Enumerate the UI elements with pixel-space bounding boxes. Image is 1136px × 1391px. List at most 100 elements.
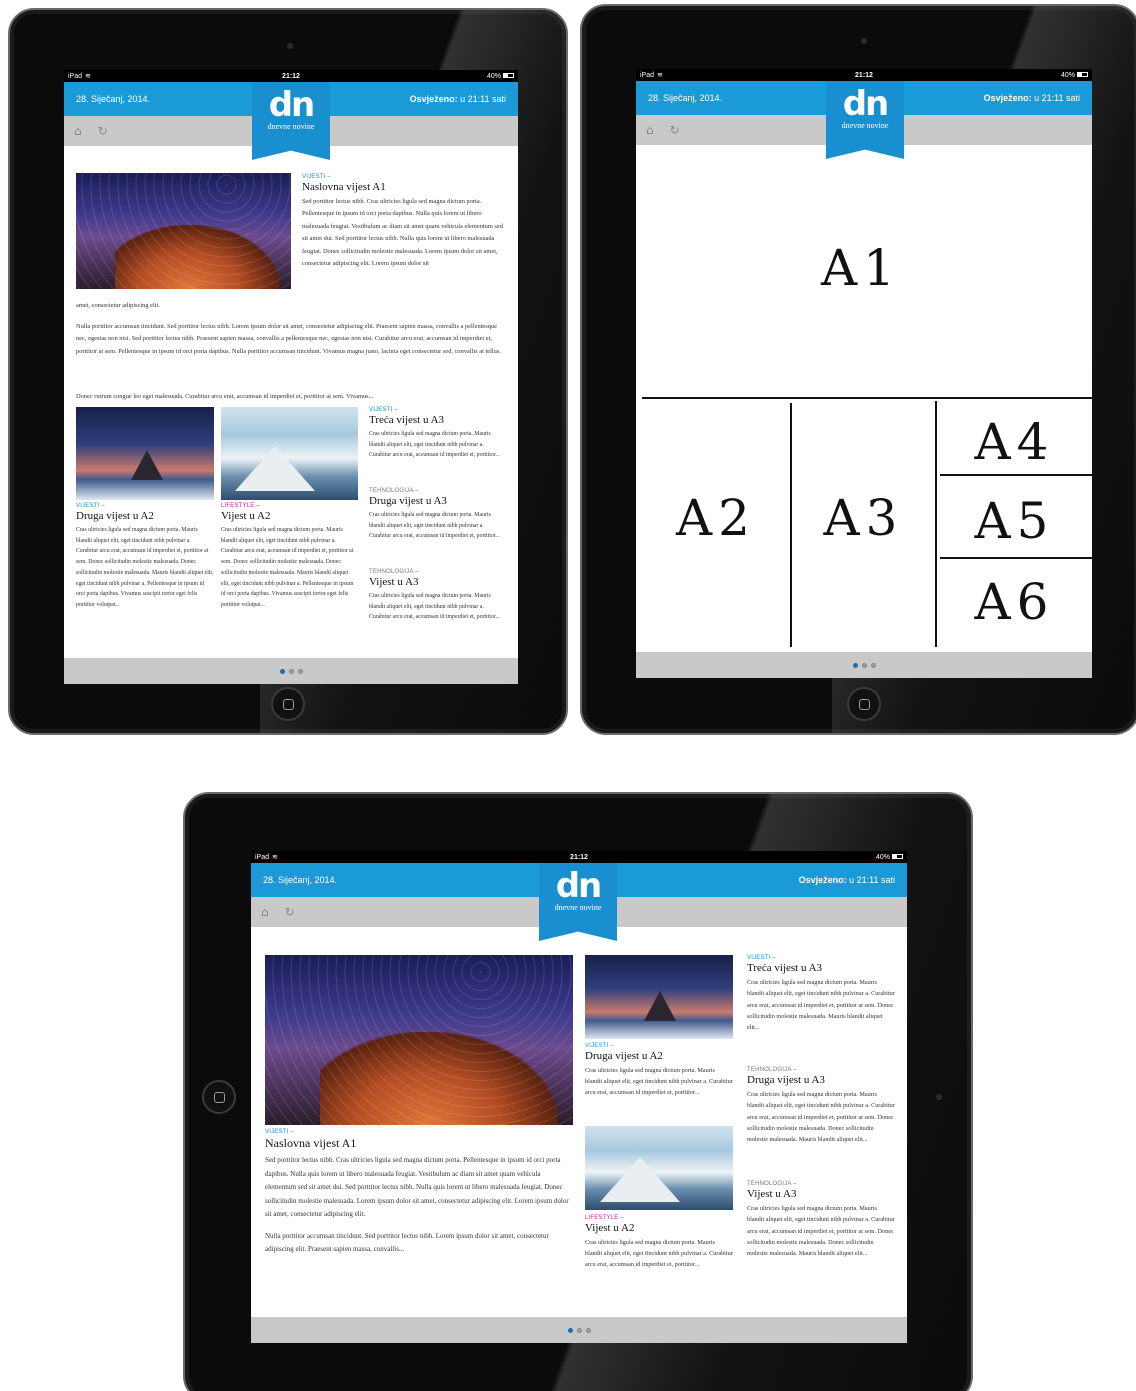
page-dot-2[interactable] [861, 662, 867, 668]
logo[interactable]: dn dnevne novine [539, 863, 617, 941]
article-title[interactable]: Vijest u A3 [369, 576, 507, 588]
grid-divider-a4-a5 [940, 474, 1092, 476]
article-title[interactable]: Naslovna vijest A1 [265, 1136, 573, 1151]
article-vijest-a2-image[interactable] [585, 1126, 733, 1210]
page-dot-2[interactable] [288, 668, 294, 674]
battery-percent: 40% [1060, 71, 1075, 79]
article-title[interactable]: Vijest u A3 [747, 1188, 895, 1200]
category-label: TEHNOLOGIJA – [369, 569, 419, 575]
category-label: VIJESTI – [747, 955, 776, 961]
article-druga-a3[interactable]: TEHNOLOGIJA – Druga vijest u A3 Cras ult… [369, 488, 507, 542]
battery-icon [1076, 72, 1088, 78]
category-label: VIJESTI – [585, 1043, 614, 1049]
page-dot-1[interactable] [852, 662, 858, 668]
page-indicator[interactable] [636, 652, 1092, 678]
article-text: Cras ultricies ligula sed magna dictum p… [221, 527, 354, 608]
page-dot-2[interactable] [576, 1327, 582, 1333]
category-label: VIJESTI – [265, 1129, 294, 1135]
status-bar: iPad ≋ 21:12 40% [64, 70, 518, 82]
article-a1[interactable]: VIJESTI – Naslovna vijest A1 Sed porttit… [265, 1129, 573, 1257]
article-title[interactable]: Vijest u A2 [221, 510, 358, 522]
clock: 21:12 [855, 71, 873, 79]
page-dot-1[interactable] [279, 668, 285, 674]
front-camera [287, 43, 293, 49]
article-title[interactable]: Druga vijest u A2 [76, 510, 214, 522]
status-bar: iPad ≋ 21:12 40% [636, 69, 1092, 81]
status-bar: iPad ≋ 21:12 40% [251, 851, 907, 863]
wifi-icon: ≋ [85, 73, 91, 80]
home-icon[interactable]: ⌂ [261, 905, 269, 919]
article-a1-image[interactable] [265, 955, 573, 1125]
home-button[interactable] [202, 1080, 236, 1114]
zone-label-a5: A5 [974, 492, 1055, 550]
article-title[interactable]: Treća vijest u A3 [369, 414, 507, 426]
logo[interactable]: dn dnevne novine [826, 81, 904, 159]
logo[interactable]: dn dnevne novine [252, 82, 330, 160]
battery-percent: 40% [487, 72, 502, 80]
article-druga-a2-image[interactable] [76, 407, 214, 500]
article-a1-image[interactable] [76, 173, 291, 289]
category-label: TEHNOLOGIJA – [747, 1067, 797, 1073]
category-label: LIFESTYLE – [585, 1215, 624, 1221]
category-label: TEHNOLOGIJA – [369, 488, 419, 494]
page-dot-1[interactable] [567, 1327, 573, 1333]
article-vijest-a2[interactable]: LIFESTYLE – Vijest u A2 Cras ultricies l… [221, 503, 358, 611]
zone-label-a4: A4 [974, 413, 1055, 471]
screen: iPad ≋ 21:12 40% 28. Siječanj, 2014. Osvj… [251, 851, 907, 1343]
ipad-landscape-content: iPad ≋ 21:12 40% 28. Siječanj, 2014. Osvj… [183, 792, 973, 1391]
article-vijest-a2-image[interactable] [221, 407, 358, 500]
article-a1-paragraph-2: Nulla porttitor accumsan tincidunt. Sed … [265, 1231, 549, 1254]
article-treca-a3[interactable]: VIJESTI – Treća vijest u A3 Cras ultrici… [747, 955, 895, 1033]
refresh-icon[interactable]: ↻ [285, 905, 295, 919]
ipad-portrait-layout: iPad ≋ 21:12 40% 28. Siječanj, 2014. Osvj… [580, 4, 1136, 735]
article-text: Cras ultricies ligula sed magna dictum p… [585, 1239, 733, 1268]
category-label: TEHNOLOGIJA – [747, 1181, 797, 1187]
grid-divider-a5-a6 [940, 557, 1092, 559]
article-vijest-a2[interactable]: LIFESTYLE – Vijest u A2 Cras ultricies l… [585, 1215, 733, 1270]
article-druga-a3[interactable]: TEHNOLOGIJA – Druga vijest u A3 Cras ult… [747, 1067, 895, 1145]
front-camera [861, 38, 867, 44]
refresh-status: Osvježeno: u 21:11 sati [798, 875, 895, 885]
page-dot-3[interactable] [870, 662, 876, 668]
page-dot-3[interactable] [297, 668, 303, 674]
article-treca-a3[interactable]: VIJESTI – Treća vijest u A3 Cras ultrici… [369, 407, 507, 461]
article-title[interactable]: Druga vijest u A2 [585, 1050, 733, 1062]
page-indicator[interactable] [64, 658, 518, 684]
zone-label-a3: A3 [823, 489, 904, 547]
refresh-icon[interactable]: ↻ [670, 123, 680, 137]
page-dot-3[interactable] [585, 1327, 591, 1333]
category-label: VIJESTI – [302, 174, 331, 180]
page-indicator[interactable] [251, 1317, 907, 1343]
article-a1[interactable]: VIJESTI – Naslovna vijest A1 Sed porttit… [302, 174, 508, 270]
article-vijest-a3[interactable]: TEHNOLOGIJA – Vijest u A3 Cras ultricies… [747, 1181, 895, 1259]
home-button[interactable] [271, 687, 305, 721]
article-vijest-a3[interactable]: TEHNOLOGIJA – Vijest u A3 Cras ultricies… [369, 569, 507, 623]
article-text: Sed porttitor lectus nibh. Cras ultricie… [265, 1156, 569, 1218]
battery-icon [892, 854, 903, 860]
home-icon[interactable]: ⌂ [74, 124, 82, 138]
carrier-label: iPad [640, 72, 655, 79]
article-text: Cras ultricies ligula sed magna dictum p… [747, 1091, 895, 1144]
article-title[interactable]: Naslovna vijest A1 [302, 181, 508, 193]
article-druga-a2[interactable]: VIJESTI – Druga vijest u A2 Cras ultrici… [76, 503, 214, 611]
article-text: Sed porttitor lectus nibh. Cras ultricie… [302, 198, 503, 268]
header-date: 28. Siječanj, 2014. [263, 875, 338, 885]
category-label: VIJESTI – [76, 503, 105, 509]
article-title[interactable]: Vijest u A2 [585, 1222, 733, 1234]
clock: 21:12 [570, 853, 588, 861]
home-button[interactable] [847, 687, 881, 721]
article-title[interactable]: Treća vijest u A3 [747, 962, 895, 974]
article-druga-a2-image[interactable] [585, 955, 733, 1039]
article-title[interactable]: Druga vijest u A3 [369, 495, 507, 507]
article-text: Cras ultricies ligula sed magna dictum p… [747, 1205, 895, 1258]
zone-label-a1: A1 [821, 239, 901, 297]
carrier-label: iPad [255, 854, 270, 861]
home-icon[interactable]: ⌂ [646, 123, 654, 137]
wifi-icon: ≋ [272, 854, 278, 861]
article-title[interactable]: Druga vijest u A3 [747, 1074, 895, 1086]
article-a1-paragraph-2: Nulla porttitor accumsan tincidunt. Sed … [76, 323, 501, 355]
battery-percent: 40% [875, 853, 890, 861]
article-druga-a2[interactable]: VIJESTI – Druga vijest u A2 Cras ultrici… [585, 1043, 733, 1098]
carrier-label: iPad [68, 73, 83, 80]
refresh-icon[interactable]: ↻ [98, 124, 108, 138]
